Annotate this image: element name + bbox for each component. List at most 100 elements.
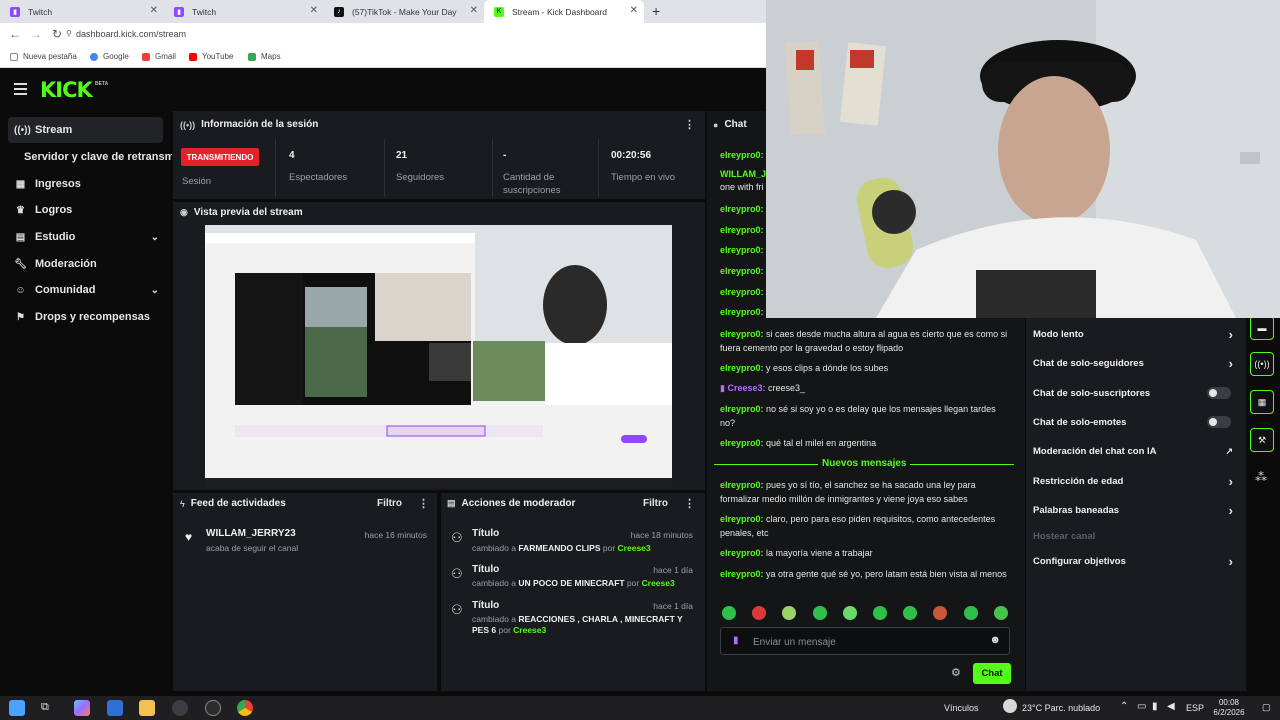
links-toolbar[interactable]: Vínculos [944,703,979,713]
close-icon[interactable]: ✕ [470,5,478,16]
broadcast-icon[interactable]: ((•)) [1250,352,1274,376]
clock-time[interactable]: 00:08 [1214,698,1244,707]
obs-icon[interactable] [205,700,221,716]
close-icon[interactable]: ✕ [310,5,318,16]
setting-age-restriction[interactable]: Restricción de edad › [1033,474,1233,489]
sidebar-item-logros[interactable]: ♛ Logros [8,197,163,223]
emote-icon[interactable] [843,606,857,620]
task-view-icon[interactable]: ⧉ [41,701,49,714]
setting-goals[interactable]: Configurar objetivos › [1033,554,1233,569]
language-indicator[interactable]: ESP [1186,703,1204,713]
copilot-icon[interactable] [74,700,90,716]
chat-username[interactable]: WILLAM_J [720,169,766,179]
sidebar-item-estudio[interactable]: ▤ Estudio ⌄ [8,224,163,250]
emote-icon[interactable] [722,606,736,620]
new-tab-icon[interactable]: + [652,3,660,19]
close-icon[interactable]: ✕ [630,5,638,16]
chat-username[interactable]: elreypro0: [720,569,764,579]
store-icon[interactable] [107,700,123,716]
chat-input[interactable] [753,634,983,650]
bookmark-maps[interactable]: Maps [248,52,281,61]
chat-username[interactable]: Creese3: [727,383,765,393]
chat-username[interactable]: elreypro0: [720,266,764,276]
mod-action-user[interactable]: Creese3 [513,625,546,635]
more-options-icon[interactable]: ⋮ [684,118,695,131]
sidebar-item-moderacion[interactable]: 🔧︎ Moderación [8,251,163,277]
bookmark-youtube[interactable]: YouTube [189,52,233,61]
windows-start-icon[interactable] [9,700,25,716]
chat-username[interactable]: elreypro0: [720,404,764,414]
chat-username[interactable]: elreypro0: [720,204,764,214]
chevron-down-icon[interactable]: ⌄ [151,285,159,296]
browser-tab[interactable]: ▮ Twitch ✕ [164,0,324,23]
microphone-icon[interactable]: ▮ [1152,701,1158,712]
chat-bubble-icon[interactable]: ▬ [1250,316,1274,340]
emoji-icon[interactable]: ☻ [989,634,1001,646]
mod-action-user[interactable]: Creese3 [642,578,675,588]
emote-icon[interactable] [782,606,796,620]
menu-icon[interactable] [14,83,27,95]
forward-icon[interactable]: → [30,27,42,41]
sidebar-item-stream-key[interactable]: Servidor y clave de retransmisión [24,151,172,163]
chat-username[interactable]: elreypro0: [720,548,764,558]
chat-username[interactable]: elreypro0: [720,287,764,297]
back-icon[interactable]: ← [9,27,21,41]
emote-icon[interactable] [752,606,766,620]
browser-tab-active[interactable]: K Stream - Kick Dashboard ✕ [484,0,644,23]
close-icon[interactable]: ✕ [150,5,158,16]
setting-banned-words[interactable]: Palabras baneadas › [1033,503,1233,518]
setting-followers-only[interactable]: Chat de solo-seguidores › [1033,356,1233,371]
browser-tab[interactable]: ♪ (57)TikTok - Make Your Day ✕ [324,0,484,23]
emote-icon[interactable] [933,606,947,620]
emote-icon[interactable] [994,606,1008,620]
weather-text[interactable]: 23°C Parc. nublado [1022,703,1100,713]
microphone-icon[interactable]: ▮ [733,635,739,646]
kick-logo[interactable]: KICK [40,78,93,102]
stream-preview-video[interactable] [205,225,672,488]
chrome-icon[interactable] [237,700,253,716]
sidebar-item-comunidad[interactable]: ☺ Comunidad ⌄ [8,277,163,303]
subscribers-only-toggle[interactable] [1207,387,1231,399]
site-info-icon[interactable]: ⚲ [66,29,72,38]
chat-username[interactable]: elreypro0: [720,363,764,373]
chat-username[interactable]: elreypro0: [720,514,764,524]
setting-slow-mode[interactable]: Modo lento › [1033,327,1233,342]
setting-subscribers-only[interactable]: Chat de solo-suscriptores [1033,387,1233,399]
emote-icon[interactable] [873,606,887,620]
feed-user[interactable]: WILLAM_JERRY23 [206,528,296,539]
wrench-icon[interactable]: ⚒ [1250,428,1274,452]
url-field[interactable]: dashboard.kick.com/stream [76,29,186,39]
network-icon[interactable]: ▭ [1137,701,1146,712]
chat-username[interactable]: elreypro0: [720,225,764,235]
more-options-icon[interactable]: ⋮ [418,497,429,510]
emote-icon[interactable] [813,606,827,620]
chat-username[interactable]: elreypro0: [720,245,764,255]
chat-username[interactable]: elreypro0: [720,438,764,448]
browser-tab[interactable]: ▮ Twitch ✕ [0,0,164,23]
file-explorer-icon[interactable] [139,700,155,716]
chat-username[interactable]: elreypro0: [720,480,764,490]
setting-emotes-only[interactable]: Chat de solo-emotes [1033,416,1233,428]
send-chat-button[interactable]: Chat [973,663,1011,684]
chat-username[interactable]: elreypro0: [720,307,764,317]
sidebar-item-ingresos[interactable]: ▦ Ingresos [8,171,163,197]
notifications-icon[interactable]: ▢ [1262,702,1271,713]
reload-icon[interactable]: ↻ [52,27,62,41]
bookmark-gmail[interactable]: Gmail [142,52,176,61]
chat-username[interactable]: elreypro0: [720,329,764,339]
feed-filter-button[interactable]: Filtro [377,498,402,509]
mod-action-user[interactable]: Creese3 [618,543,651,553]
layout-icon[interactable]: ▦ [1250,390,1274,414]
new-messages-divider[interactable]: Nuevos mensajes [714,457,1014,471]
chevron-up-icon[interactable]: ⌃ [1120,701,1128,712]
clock-date[interactable]: 6/2/2026 [1209,708,1249,717]
sidebar-item-stream[interactable]: ((•)) Stream [8,117,163,143]
setting-ai-moderation[interactable]: Moderación del chat con IA ↗ [1033,446,1233,457]
connections-icon[interactable]: ⁂ [1255,470,1267,484]
emote-icon[interactable] [964,606,978,620]
speaker-icon[interactable]: ◀ [1167,701,1175,712]
bookmark-new-tab[interactable]: Nueva pestaña [10,52,77,61]
gear-icon[interactable]: ⚙ [951,666,961,679]
mod-filter-button[interactable]: Filtro [643,498,668,509]
bookmark-google[interactable]: Google [90,52,129,61]
